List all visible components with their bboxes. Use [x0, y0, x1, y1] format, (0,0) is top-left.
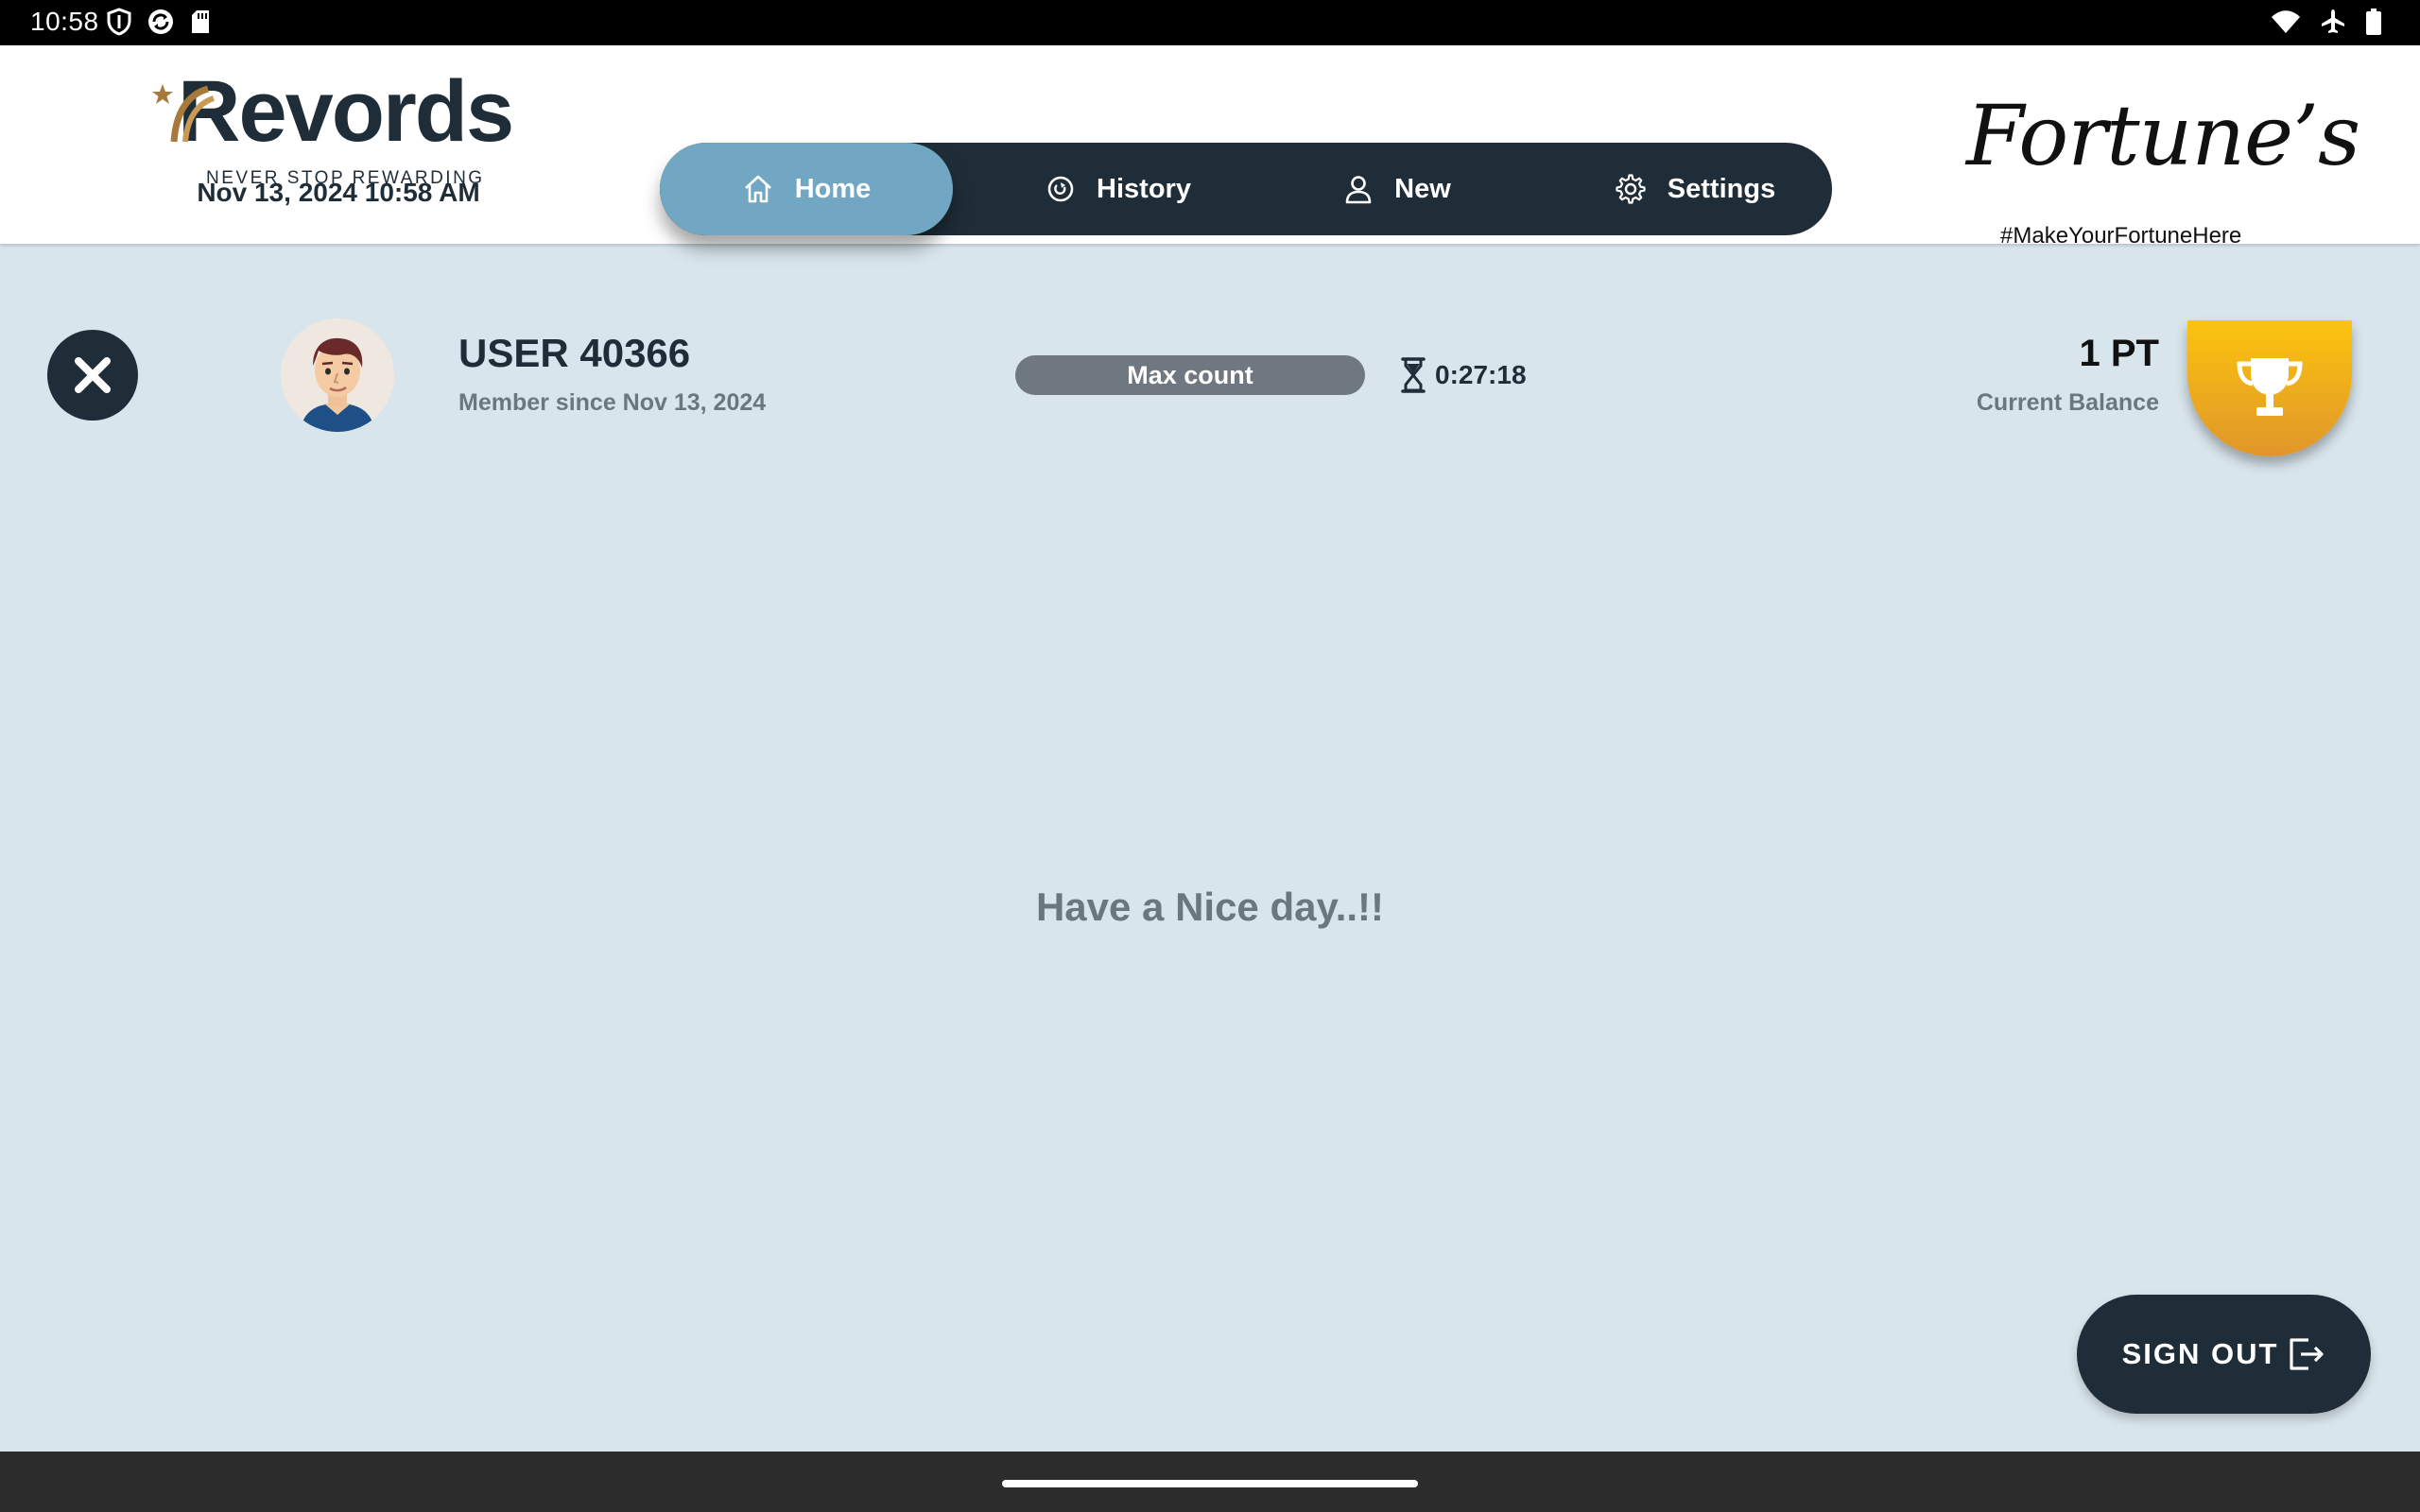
partner-name: Fortune’s	[1966, 87, 2360, 184]
trophy-icon	[2237, 358, 2303, 416]
system-nav-bar	[0, 1452, 2420, 1512]
main-nav: Home History New Settings	[660, 143, 1832, 235]
shield-icon	[107, 8, 131, 36]
avatar-illustration-icon	[281, 318, 394, 432]
logout-icon	[2290, 1338, 2325, 1370]
tab-home[interactable]: Home	[660, 143, 953, 235]
app-header: Revords NEVER STOP REWARDING Nov 13, 202…	[0, 45, 2420, 249]
avatar	[281, 318, 394, 432]
tab-new[interactable]: New	[1322, 143, 1473, 235]
sign-out-button[interactable]: SIGN OUT	[2077, 1295, 2371, 1414]
status-bar: 10:58	[0, 0, 2420, 45]
tab-history[interactable]: History	[1024, 143, 1213, 235]
balance-label: Current Balance	[1976, 389, 2159, 416]
member-since: Member since Nov 13, 2024	[458, 389, 767, 416]
hourglass-icon	[1401, 357, 1426, 393]
home-icon	[744, 175, 771, 203]
tab-history-label: History	[1097, 173, 1191, 204]
user-icon	[1345, 176, 1372, 204]
tab-settings-label: Settings	[1667, 173, 1776, 204]
history-icon	[1047, 176, 1074, 202]
timer-value: 0:27:18	[1435, 360, 1527, 389]
wifi-icon	[2272, 10, 2300, 33]
session-timer: 0:27:18	[1399, 355, 1527, 395]
partner-logo: Fortune’s #MakeYourFortuneHere	[1957, 85, 2360, 255]
close-member-button[interactable]	[47, 330, 138, 421]
status-right-icons	[2271, 8, 2382, 36]
tab-settings[interactable]: Settings	[1605, 143, 1785, 235]
status-time: 10:58	[30, 7, 99, 36]
tab-home-label: Home	[794, 173, 872, 204]
sign-out-label: SIGN OUT	[2121, 1337, 2279, 1370]
header-datetime: Nov 13, 2024 10:58 AM	[197, 178, 480, 207]
gear-icon	[1616, 174, 1646, 204]
home-gesture-handle[interactable]	[1002, 1480, 1418, 1487]
sync-icon	[148, 9, 173, 34]
status-badge: Max count	[1015, 355, 1365, 395]
partner-tagline: #MakeYourFortuneHere	[2000, 223, 2242, 249]
greeting-message: Have a Nice day..!!	[1035, 885, 1385, 929]
sd-card-icon	[192, 10, 209, 33]
close-icon	[75, 357, 111, 393]
member-name: USER 40366	[458, 331, 691, 375]
status-left-icons	[106, 8, 212, 36]
brand-swoosh-icon	[170, 85, 216, 143]
airplane-icon	[2322, 9, 2344, 33]
balance-value: 1 PT	[2079, 333, 2159, 374]
battery-icon	[2366, 9, 2381, 35]
tab-new-label: New	[1394, 173, 1451, 204]
trophy-badge[interactable]	[2187, 320, 2352, 456]
brand-name: Revords	[178, 63, 514, 160]
